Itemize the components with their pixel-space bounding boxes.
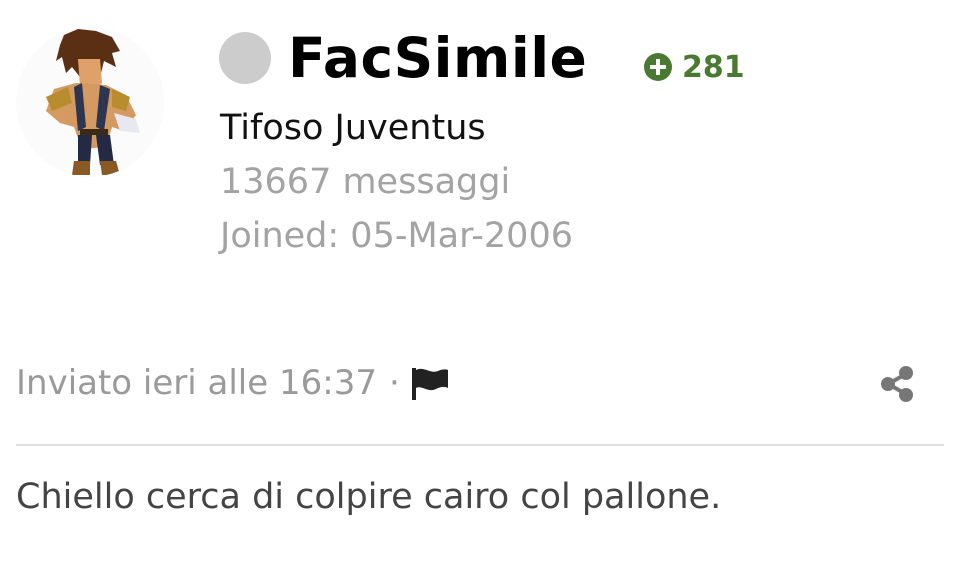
reputation-badge: 281 [644,49,745,85]
online-status-indicator [219,32,271,84]
post-meta: Inviato ieri alle 16:37 · [16,360,450,406]
share-icon[interactable] [878,364,918,404]
avatar[interactable] [16,27,164,177]
username[interactable]: FacSimile [288,22,587,94]
post-content: Chiello cerca di colpire cairo col pallo… [16,477,722,517]
member-title: Tifoso Juventus [220,108,486,148]
post-count: 13667 messaggi [220,162,511,202]
join-date: Joined: 05-Mar-2006 [220,216,573,256]
post-timestamp[interactable]: Inviato ieri alle 16:37 [16,363,377,403]
avatar-image [46,29,140,175]
meta-separator: · [388,363,400,403]
reputation-count: 281 [682,49,745,85]
flag-icon[interactable] [410,366,450,400]
plus-circle-icon [644,53,672,81]
divider [16,444,944,446]
